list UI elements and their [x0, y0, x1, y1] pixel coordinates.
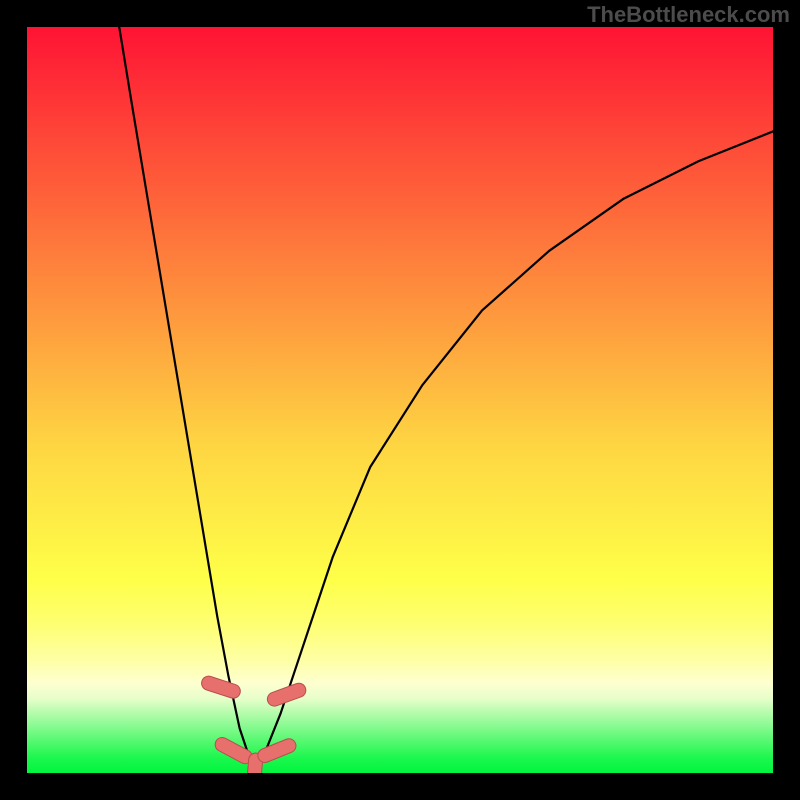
- plot-area: [27, 27, 773, 773]
- watermark-text: TheBottleneck.com: [587, 2, 790, 28]
- marker-m1: [200, 674, 242, 700]
- marker-layer: [27, 27, 773, 773]
- marker-m4: [256, 737, 298, 765]
- outer-frame: TheBottleneck.com: [0, 0, 800, 800]
- data-point-markers: [200, 674, 308, 773]
- marker-m5: [265, 681, 307, 708]
